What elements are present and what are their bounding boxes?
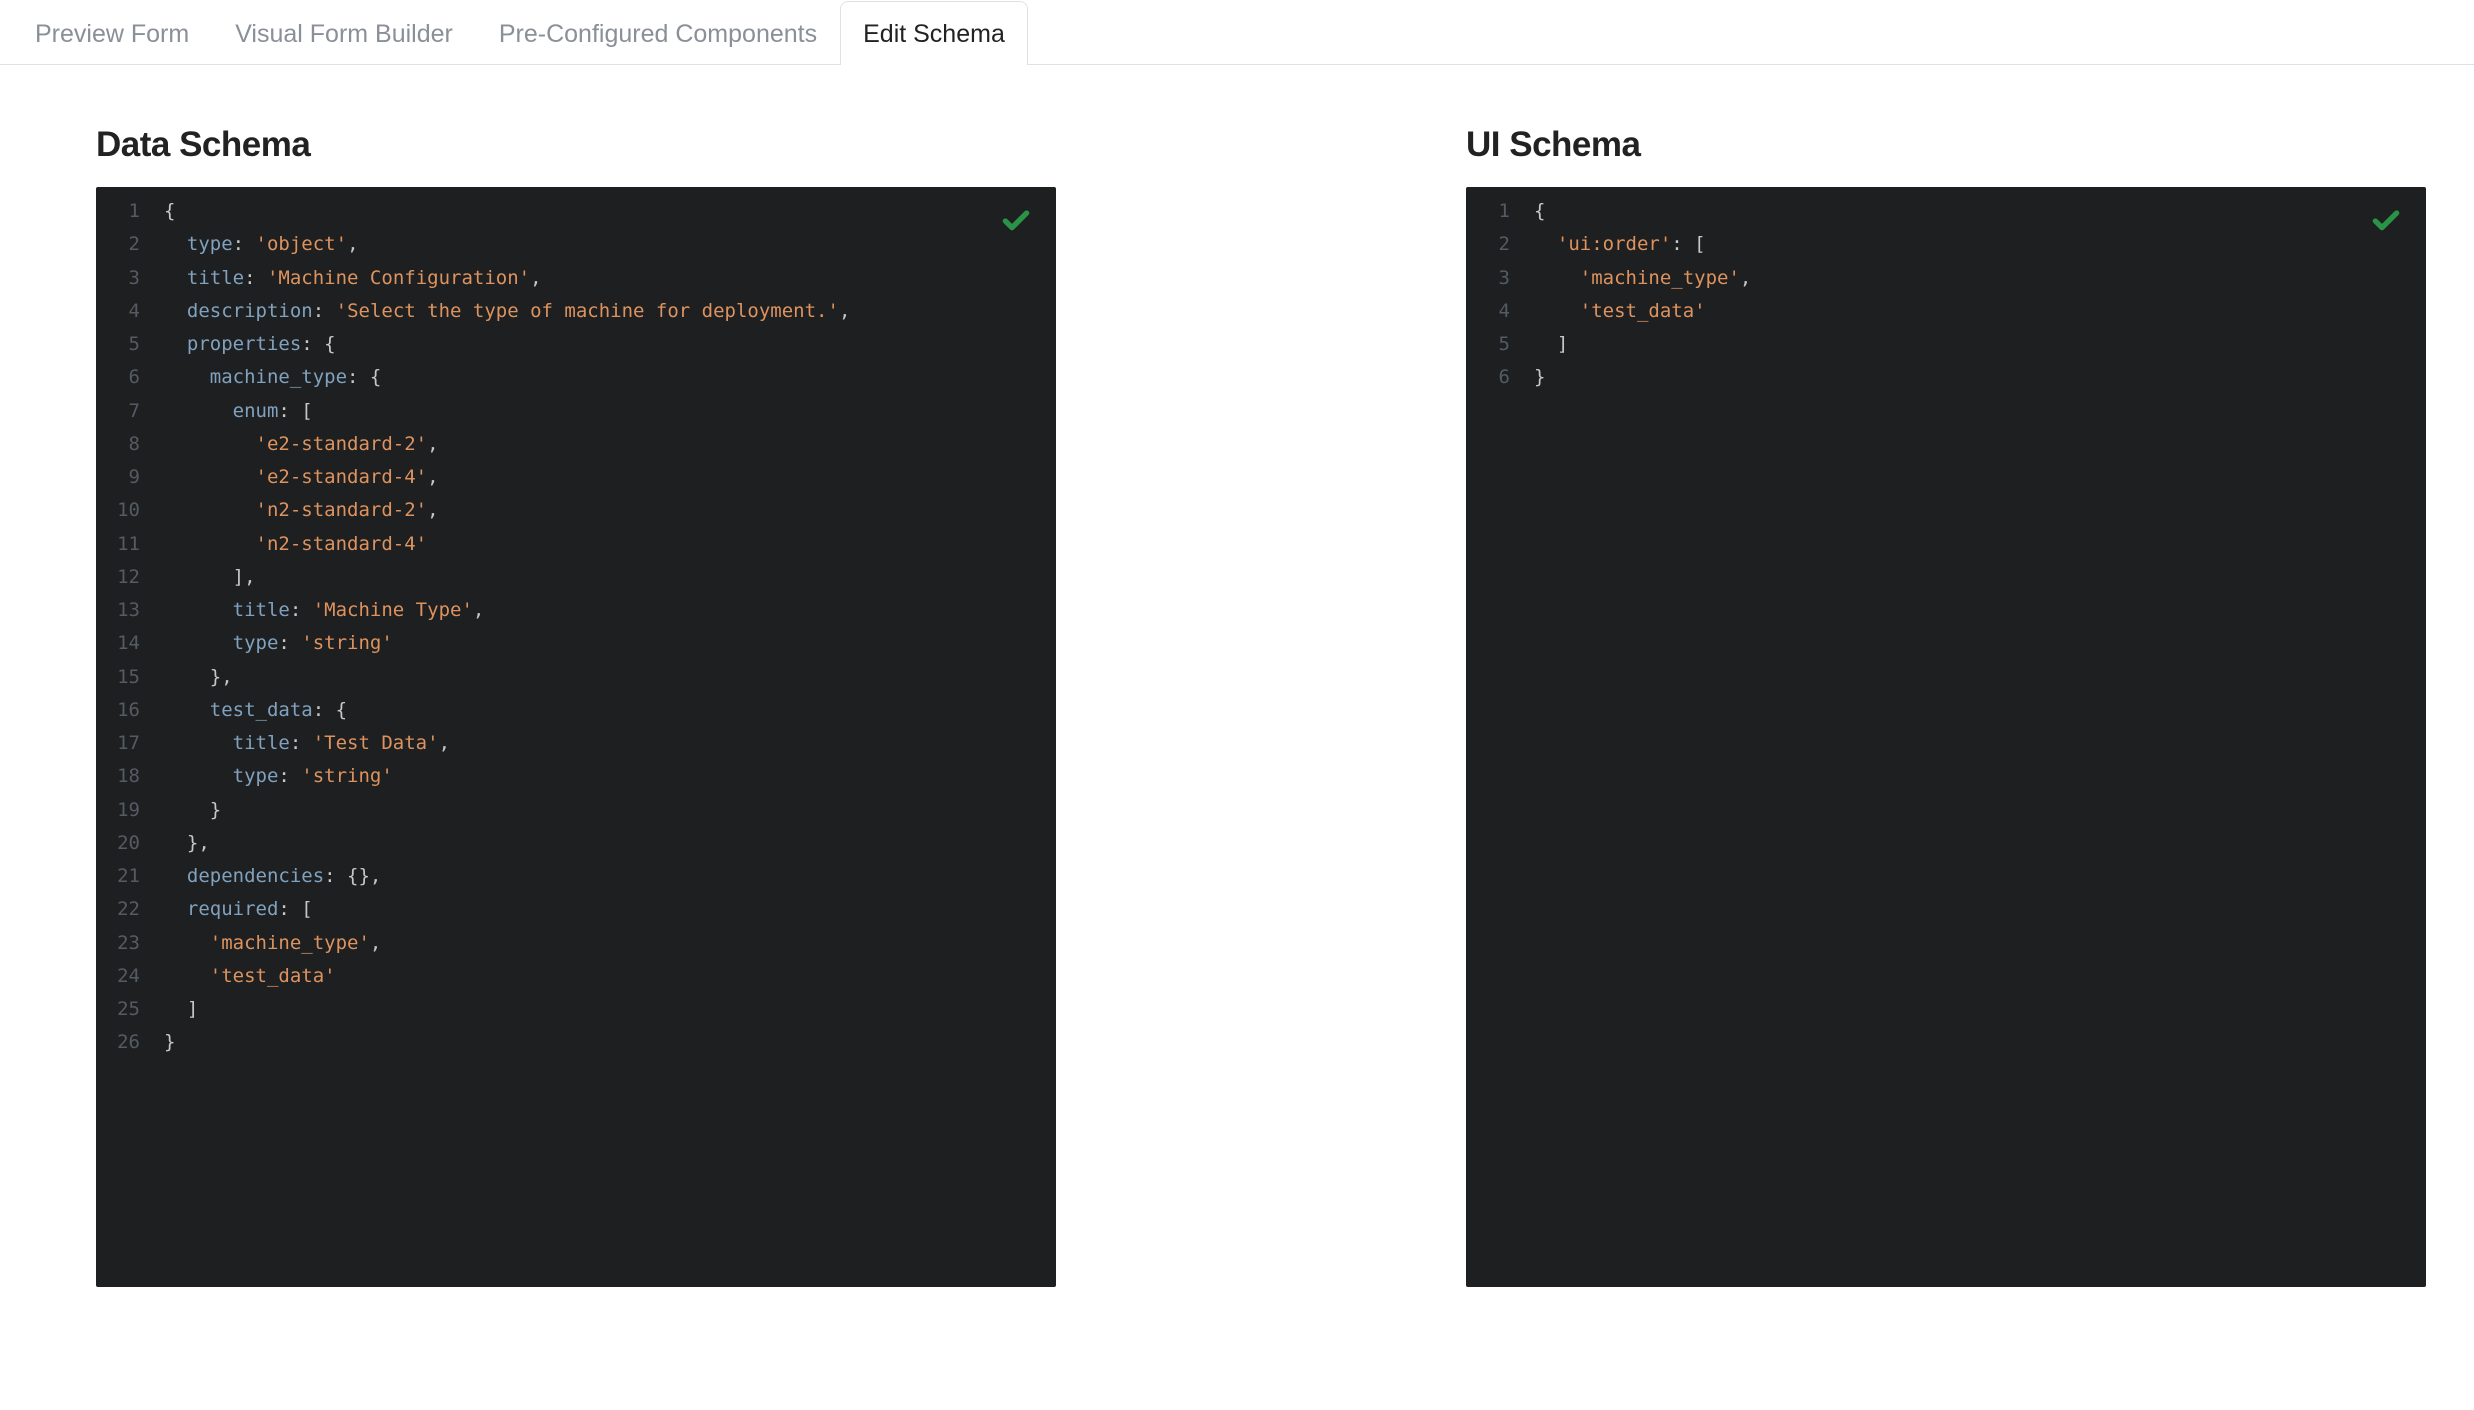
tab-pre-configured-components[interactable]: Pre-Configured Components [476, 1, 840, 65]
tab-edit-schema[interactable]: Edit Schema [840, 1, 1028, 65]
ui-schema-code[interactable]: { 'ui:order': [ 'machine_type', 'test_da… [1534, 195, 2426, 1279]
check-icon [1000, 205, 1032, 248]
ui-schema-panel: UI Schema 1 2 3 4 5 6 { 'ui:order': [ 'm… [1466, 125, 2426, 1287]
data-schema-editor[interactable]: 1 2 3 4 5 6 7 8 9 10 11 12 13 14 15 16 1… [96, 187, 1056, 1287]
tab-visual-form-builder[interactable]: Visual Form Builder [212, 1, 476, 65]
data-schema-title: Data Schema [96, 125, 1056, 165]
data-schema-code[interactable]: { type: 'object', title: 'Machine Config… [164, 195, 1056, 1279]
ui-schema-title: UI Schema [1466, 125, 2426, 165]
tab-preview-form[interactable]: Preview Form [12, 1, 212, 65]
data-schema-gutter: 1 2 3 4 5 6 7 8 9 10 11 12 13 14 15 16 1… [96, 195, 164, 1279]
main-content: Data Schema 1 2 3 4 5 6 7 8 9 10 11 12 1… [0, 65, 2474, 1347]
tabs-bar: Preview Form Visual Form Builder Pre-Con… [0, 0, 2474, 65]
check-icon [2370, 205, 2402, 248]
data-schema-panel: Data Schema 1 2 3 4 5 6 7 8 9 10 11 12 1… [96, 125, 1056, 1287]
ui-schema-gutter: 1 2 3 4 5 6 [1466, 195, 1534, 1279]
ui-schema-editor[interactable]: 1 2 3 4 5 6 { 'ui:order': [ 'machine_typ… [1466, 187, 2426, 1287]
